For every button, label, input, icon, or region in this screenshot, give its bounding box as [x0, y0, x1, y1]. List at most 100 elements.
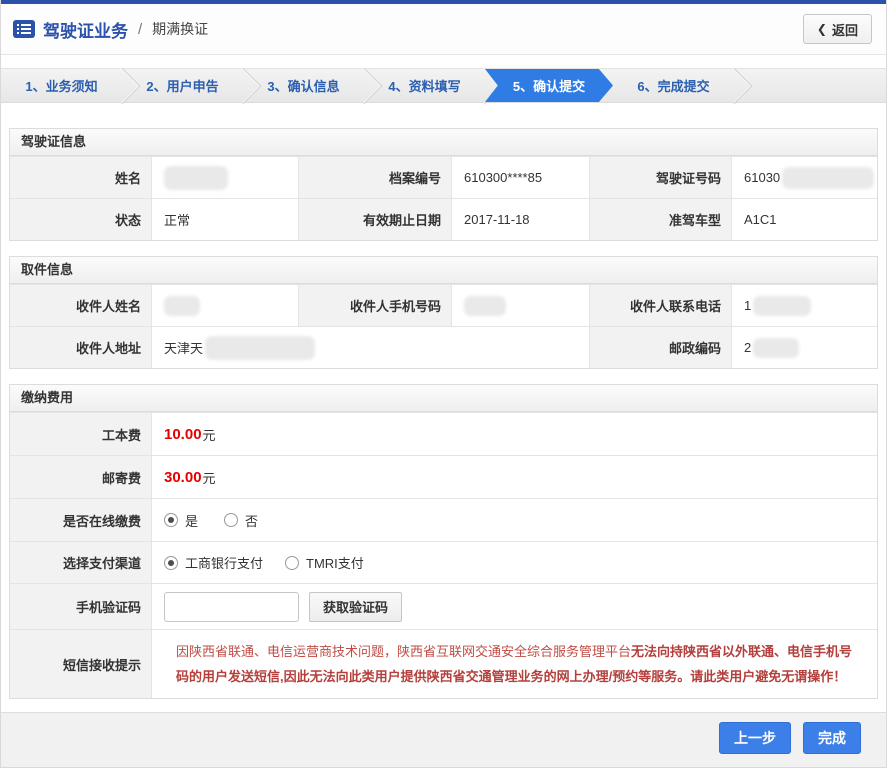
field-value-expiry: 2017-11-18 [452, 199, 590, 240]
radio-label: 工商银行支付 [185, 556, 264, 571]
radio-group-pay-channel: 工商银行支付 TMRI支付 [164, 553, 364, 572]
previous-step-button[interactable]: 上一步 [719, 721, 791, 754]
sms-notice-text: 因陕西省联通、电信运营商技术问题，陕西省互联网交通安全综合服务管理平台无法向持陕… [164, 630, 877, 698]
field-value-status: 正常 [152, 199, 299, 240]
table-row-mail-fee: 邮寄费 30.00 元 [10, 455, 877, 498]
step-nav: 1、业务须知 2、用户申告 3、确认信息 4、资料填写 5、确认提交 6、完成提… [1, 68, 886, 103]
field-value-mail-fee: 30.00 元 [152, 456, 877, 498]
field-label: 档案编号 [299, 157, 452, 198]
field-label: 状态 [10, 199, 152, 240]
section-license-info: 驾驶证信息 姓名 档案编号 610300****85 驾驶证号码 61030 状… [9, 128, 878, 241]
sms-notice-normal: 因陕西省联通、电信运营商技术问题，陕西省互联网交通安全综合服务管理平台 [176, 644, 632, 659]
section-title: 取件信息 [10, 257, 877, 284]
field-label: 邮寄费 [10, 456, 152, 498]
footer-action-bar: 上一步 完成 [1, 712, 886, 767]
step-label: 1、业务须知 [25, 79, 98, 94]
field-value-file-no: 610300****85 [452, 157, 590, 198]
radio-label: TMRI支付 [306, 556, 364, 571]
radio-button-yes[interactable] [164, 513, 178, 527]
field-value-text: 1 [744, 298, 752, 313]
redacted-value [753, 295, 812, 316]
field-value-text: 天津天 [164, 341, 204, 356]
redacted-value [164, 295, 200, 316]
step-6-complete-submit[interactable]: 6、完成提交 [613, 69, 734, 102]
back-button[interactable]: ❮ 返回 [802, 14, 872, 44]
step-label: 5、确认提交 [512, 79, 586, 94]
radio-label: 否 [245, 513, 259, 529]
field-value-pay-channel: 工商银行支付 TMRI支付 [152, 542, 877, 583]
fee-unit: 元 [202, 427, 216, 443]
radio-label: 是 [185, 513, 199, 529]
field-label: 收件人姓名 [10, 285, 152, 326]
field-label: 邮政编码 [590, 327, 732, 368]
step-label: 4、资料填写 [388, 79, 461, 94]
page: 驾驶证业务 / 期满换证 ❮ 返回 1、业务须知 2、用户申告 3、确认信息 4… [0, 0, 887, 768]
field-label: 姓名 [10, 157, 152, 198]
table-row: 收件人姓名 收件人手机号码 收件人联系电话 1 [10, 284, 877, 326]
field-label: 是否在线缴费 [10, 499, 152, 541]
step-1-business-notice[interactable]: 1、业务须知 [1, 69, 122, 102]
radio-option-online-pay-no[interactable]: 否 [224, 511, 258, 530]
fee-amount: 10.00 [164, 425, 202, 443]
section-title: 缴纳费用 [10, 385, 877, 412]
section-pickup-info: 取件信息 收件人姓名 收件人手机号码 收件人联系电话 1 收件人地址 天津天 邮… [9, 256, 878, 369]
field-value-license-no: 61030 [732, 157, 877, 198]
radio-button-no[interactable] [224, 513, 239, 527]
step-label: 6、完成提交 [637, 79, 710, 94]
sms-code-input[interactable] [164, 591, 299, 622]
table-row: 状态 正常 有效期止日期 2017-11-18 准驾车型 A1C1 [10, 198, 877, 240]
radio-button-tmri[interactable] [285, 555, 300, 570]
field-label: 收件人联系电话 [590, 285, 732, 326]
field-label: 选择支付渠道 [10, 542, 152, 583]
table-row: 收件人地址 天津天 邮政编码 2 [10, 326, 877, 368]
radio-button-icbc[interactable] [164, 555, 178, 570]
radio-option-tmri-pay[interactable]: TMRI支付 [285, 553, 364, 572]
table-row: 姓名 档案编号 610300****85 驾驶证号码 61030 [10, 156, 877, 198]
redacted-value [782, 166, 875, 189]
table-row-online-pay: 是否在线缴费 是 否 [10, 498, 877, 541]
field-label: 驾驶证号码 [590, 157, 732, 198]
step-5-confirm-submit[interactable]: 5、确认提交 [485, 69, 613, 102]
radio-group-online-pay: 是 否 [164, 511, 258, 530]
fee-amount: 30.00 [164, 468, 202, 486]
field-value-recipient-mobile [452, 285, 590, 326]
field-value-postal-code: 2 [732, 327, 877, 368]
table-row-sms-notice: 短信接收提示 因陕西省联通、电信运营商技术问题，陕西省互联网交通安全综合服务管理… [10, 629, 877, 698]
document-list-icon [13, 20, 35, 38]
redacted-value [205, 335, 316, 360]
field-value-text: 61030 [744, 170, 781, 185]
page-title: 驾驶证业务 [43, 21, 128, 41]
field-value-online-pay: 是 否 [152, 499, 877, 541]
fee-unit: 元 [202, 470, 216, 486]
page-header: 驾驶证业务 / 期满换证 ❮ 返回 [1, 4, 886, 55]
field-label: 有效期止日期 [299, 199, 452, 240]
redacted-value [464, 295, 506, 316]
main-content: 驾驶证信息 姓名 档案编号 610300****85 驾驶证号码 61030 状… [1, 103, 886, 699]
redacted-value [164, 165, 228, 190]
field-value-name [152, 157, 299, 198]
step-label: 2、用户申告 [146, 79, 219, 94]
section-payment-fees: 缴纳费用 工本费 10.00 元 邮寄费 30.00 元 是否在线缴费 是 否 … [9, 384, 878, 699]
finish-button[interactable]: 完成 [803, 721, 861, 754]
redacted-value [753, 337, 800, 358]
field-value-vehicle-class: A1C1 [732, 199, 877, 240]
field-value-recipient-address: 天津天 [152, 327, 590, 368]
field-label: 收件人地址 [10, 327, 152, 368]
chevron-left-icon: ❮ [816, 22, 827, 36]
field-label: 准驾车型 [590, 199, 732, 240]
field-value-recipient-name [152, 285, 299, 326]
breadcrumb-separator: / [138, 20, 143, 38]
field-value-sms-notice: 因陕西省联通、电信运营商技术问题，陕西省互联网交通安全综合服务管理平台无法向持陕… [152, 630, 877, 698]
table-row-pay-channel: 选择支付渠道 工商银行支付 TMRI支付 [10, 541, 877, 583]
field-value-work-fee: 10.00 元 [152, 413, 877, 455]
radio-option-icbc-pay[interactable]: 工商银行支付 [164, 553, 263, 572]
field-value-text: 2 [744, 340, 752, 355]
get-sms-code-button[interactable]: 获取验证码 [309, 591, 403, 622]
table-row-sms-code: 手机验证码 获取验证码 [10, 583, 877, 629]
field-label: 工本费 [10, 413, 152, 455]
radio-option-online-pay-yes[interactable]: 是 [164, 511, 198, 530]
step-nav-filler [734, 69, 886, 102]
section-title: 驾驶证信息 [10, 129, 877, 156]
field-label: 手机验证码 [10, 584, 152, 629]
back-button-label: 返回 [831, 22, 858, 38]
